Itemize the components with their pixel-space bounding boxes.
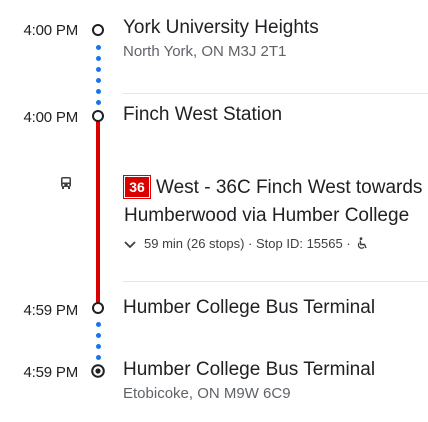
walk-dot — [96, 56, 101, 61]
board-stop-marker-icon — [92, 110, 104, 122]
stop-address-origin: North York, ON M3J 2T1 — [123, 43, 287, 60]
stop-time-alight: 4:59 PM — [23, 302, 79, 319]
walk-dot — [96, 322, 101, 327]
wheelchair-icon — [356, 236, 368, 253]
stop-name-destination[interactable]: Humber College Bus Terminal — [123, 359, 375, 381]
walk-dot — [96, 333, 101, 338]
walk-dot — [96, 45, 101, 50]
walk-dot — [96, 67, 101, 72]
stop-address-destination: Etobicoke, ON M9W 6C9 — [123, 385, 291, 402]
walk-dot — [96, 100, 101, 105]
stop-time-destination: 4:59 PM — [23, 364, 79, 381]
stop-name-board[interactable]: Finch West Station — [123, 104, 282, 126]
walk-dot — [96, 355, 101, 360]
section-divider — [123, 281, 428, 282]
chevron-down-icon — [124, 237, 138, 252]
section-divider — [123, 93, 428, 94]
walk-dot — [96, 89, 101, 94]
route-description[interactable]: West - 36C Finch West towards Humberwood… — [124, 174, 424, 230]
bus-icon — [59, 176, 73, 190]
origin-stop-marker-icon — [92, 24, 104, 36]
route-description-text: West - 36C Finch West towards Humberwood… — [124, 177, 423, 226]
stop-time-board: 4:00 PM — [23, 109, 79, 126]
stop-name-origin[interactable]: York University Heights — [123, 17, 319, 39]
trip-details-toggle[interactable]: 59 min (26 stops) · Stop ID: 15565 · — [124, 236, 368, 253]
walk-dot — [96, 78, 101, 83]
alight-stop-marker-icon — [92, 302, 104, 314]
transit-route-line — [96, 120, 100, 304]
walk-dot — [96, 344, 101, 349]
stop-time-origin: 4:00 PM — [23, 22, 79, 39]
destination-marker-icon — [91, 364, 105, 378]
stop-name-alight[interactable]: Humber College Bus Terminal — [123, 297, 375, 319]
trip-details-text: 59 min (26 stops) · Stop ID: 15565 · — [144, 236, 351, 251]
